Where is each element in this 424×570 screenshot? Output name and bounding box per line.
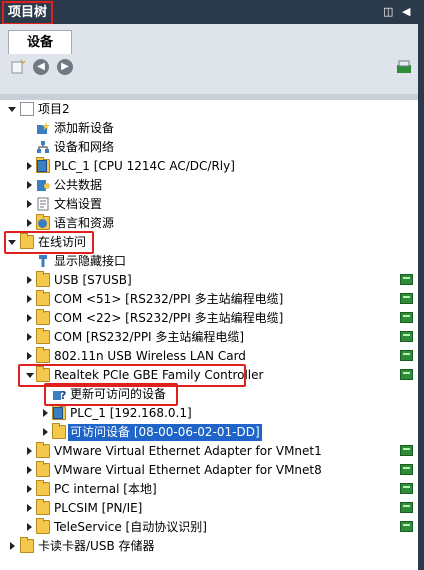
window-title: 项目树 bbox=[2, 1, 54, 25]
forward-icon[interactable]: ▶ bbox=[57, 59, 73, 75]
expand-arrow-icon[interactable] bbox=[27, 314, 32, 322]
expand-arrow-icon[interactable] bbox=[27, 523, 32, 531]
tree-item-vmnet8[interactable]: VMware Virtual Ethernet Adapter for VMne… bbox=[0, 461, 418, 480]
tree-item-update-accessible[interactable]: ? 更新可访问的设备 bbox=[0, 385, 418, 404]
language-folder-icon bbox=[36, 214, 50, 230]
connection-status-icon bbox=[400, 464, 413, 475]
connection-status-icon bbox=[400, 350, 413, 361]
tree-item-plc1-ip[interactable]: PLC_1 [192.168.0.1] bbox=[0, 404, 418, 423]
interface-folder-icon bbox=[36, 518, 50, 534]
expand-arrow-icon[interactable] bbox=[27, 333, 32, 341]
expand-arrow-icon[interactable] bbox=[27, 485, 32, 493]
tree-item-teleservice[interactable]: TeleService [自动协议识别] bbox=[0, 518, 418, 537]
tab-devices[interactable]: 设备 bbox=[8, 30, 72, 55]
tree-item-plcsim[interactable]: PLCSIM [PN/IE] bbox=[0, 499, 418, 518]
expand-arrow-icon[interactable] bbox=[27, 181, 32, 189]
tree-item-wlan[interactable]: 802.11n USB Wireless LAN Card bbox=[0, 347, 418, 366]
interface-icon bbox=[36, 254, 50, 268]
interface-folder-icon bbox=[36, 366, 50, 382]
expand-arrow-icon[interactable] bbox=[27, 162, 32, 170]
tree-item-com22[interactable]: COM <22> [RS232/PPI 多主站编程电缆] bbox=[0, 309, 418, 328]
interface-folder-icon bbox=[36, 347, 50, 363]
expand-arrow-icon[interactable] bbox=[8, 107, 16, 112]
tree-item-add-device[interactable]: 添加新设备 bbox=[0, 119, 418, 138]
device-folder-icon bbox=[52, 423, 66, 439]
connection-status-icon bbox=[400, 274, 413, 285]
expand-arrow-icon[interactable] bbox=[27, 447, 32, 455]
connection-status-icon bbox=[400, 312, 413, 323]
network-icon bbox=[36, 140, 50, 154]
project-icon bbox=[20, 102, 34, 116]
connection-status-icon bbox=[400, 445, 413, 456]
expand-arrow-icon[interactable] bbox=[27, 219, 32, 227]
add-device-icon bbox=[36, 121, 50, 135]
tree-item-card-reader[interactable]: 卡读卡器/USB 存储器 bbox=[0, 537, 418, 556]
interface-folder-icon bbox=[36, 290, 50, 306]
tree-item-pc-internal[interactable]: PC internal [本地] bbox=[0, 480, 418, 499]
online-access-folder-icon bbox=[20, 233, 34, 249]
expand-arrow-icon[interactable] bbox=[27, 352, 32, 360]
tree-item-plc1[interactable]: PLC_1 [CPU 1214C AC/DC/Rly] bbox=[0, 157, 418, 176]
tree-item-project[interactable]: 项目2 bbox=[0, 100, 418, 119]
plc-folder-icon bbox=[36, 157, 50, 173]
card-reader-folder-icon bbox=[20, 537, 34, 553]
connection-status-icon bbox=[400, 521, 413, 532]
new-item-icon[interactable] bbox=[10, 59, 26, 75]
svg-text:?: ? bbox=[60, 389, 66, 401]
expand-arrow-icon[interactable] bbox=[43, 428, 48, 436]
tree-item-languages[interactable]: 语言和资源 bbox=[0, 214, 418, 233]
connection-status-icon bbox=[400, 502, 413, 513]
tree-item-devices-networks[interactable]: 设备和网络 bbox=[0, 138, 418, 157]
expand-arrow-icon[interactable] bbox=[26, 373, 34, 378]
update-devices-icon: ? bbox=[52, 387, 66, 402]
interface-folder-icon bbox=[36, 480, 50, 496]
tree-item-vmnet1[interactable]: VMware Virtual Ethernet Adapter for VMne… bbox=[0, 442, 418, 461]
plc-folder-icon bbox=[52, 404, 66, 420]
connection-status-icon bbox=[400, 331, 413, 342]
tree-item-common-data[interactable]: 公共数据 bbox=[0, 176, 418, 195]
project-tree: 项目2 添加新设备 设备和网络 PLC_1 [CPU 1214C AC/DC/R… bbox=[0, 100, 418, 570]
expand-arrow-icon[interactable] bbox=[27, 466, 32, 474]
settings-icon[interactable] bbox=[396, 59, 412, 75]
document-icon bbox=[36, 197, 50, 211]
back-icon[interactable]: ◀ bbox=[33, 59, 49, 75]
collapse-arrow-icon[interactable]: ◀ bbox=[402, 5, 410, 19]
tree-item-usb[interactable]: USB [S7USB] bbox=[0, 271, 418, 290]
connection-status-icon bbox=[400, 369, 413, 380]
interface-folder-icon bbox=[36, 461, 50, 477]
tree-item-show-hidden[interactable]: 显示隐藏接口 bbox=[0, 252, 418, 271]
layout-toggle-icon[interactable]: ◫ bbox=[383, 5, 393, 19]
tree-item-com51[interactable]: COM <51> [RS232/PPI 多主站编程电缆] bbox=[0, 290, 418, 309]
expand-arrow-icon[interactable] bbox=[43, 409, 48, 417]
toolbar: ◀ ▶ bbox=[0, 54, 418, 84]
expand-arrow-icon[interactable] bbox=[27, 276, 32, 284]
interface-folder-icon bbox=[36, 309, 50, 325]
expand-arrow-icon[interactable] bbox=[27, 504, 32, 512]
interface-folder-icon bbox=[36, 328, 50, 344]
interface-folder-icon bbox=[36, 499, 50, 515]
connection-status-icon bbox=[400, 483, 413, 494]
interface-folder-icon bbox=[36, 442, 50, 458]
tree-item-realtek[interactable]: Realtek PCIe GBE Family Controller bbox=[0, 366, 418, 385]
tree-item-accessible-device[interactable]: 可访问设备 [08-00-06-02-01-DD] bbox=[0, 423, 418, 442]
common-data-icon bbox=[36, 178, 50, 192]
project-tree-panel: 设备 ◀ ▶ 项目2 添加新设备 设备和网络 PLC_1 [CPU 1214C … bbox=[0, 24, 424, 570]
connection-status-icon bbox=[400, 293, 413, 304]
expand-arrow-icon[interactable] bbox=[27, 295, 32, 303]
expand-arrow-icon[interactable] bbox=[8, 240, 16, 245]
expand-arrow-icon[interactable] bbox=[27, 200, 32, 208]
tree-item-com[interactable]: COM [RS232/PPI 多主站编程电缆] bbox=[0, 328, 418, 347]
interface-folder-icon bbox=[36, 271, 50, 287]
tree-item-doc-settings[interactable]: 文档设置 bbox=[0, 195, 418, 214]
tree-item-online-access[interactable]: 在线访问 bbox=[0, 233, 418, 252]
expand-arrow-icon[interactable] bbox=[10, 542, 15, 550]
title-bar: 项目树 ◫ ◀ bbox=[0, 0, 424, 25]
